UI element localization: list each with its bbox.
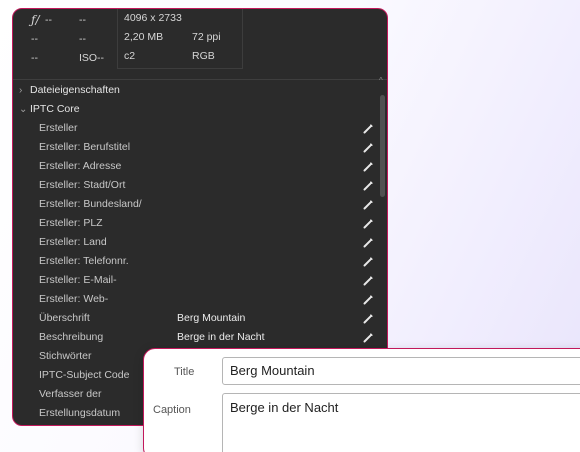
field-label: Ersteller: E-Mail- xyxy=(39,274,117,286)
field-label: Ersteller: Land xyxy=(39,236,107,248)
meter-value: -- xyxy=(31,52,38,64)
exif-summary: ƒ/ -- -- -- -- -- ISO -- 4096 x 2733 2,2… xyxy=(13,9,387,75)
pencil-icon[interactable] xyxy=(363,181,373,191)
exposure-value: -- xyxy=(31,33,38,45)
metadata-field-row[interactable]: Beschreibung Berge in der Nacht xyxy=(13,328,375,347)
pencil-icon[interactable] xyxy=(363,257,373,267)
pencil-icon[interactable] xyxy=(363,238,373,248)
focal-value: -- xyxy=(79,33,86,45)
metadata-field-row[interactable]: Überschrift Berg Mountain xyxy=(13,309,375,328)
section-iptc-core[interactable]: ⌄ IPTC Core xyxy=(13,100,375,119)
profile-value: c2 xyxy=(124,50,136,62)
zoom-callout: Title Berg Mountain Caption Berge in der… xyxy=(143,348,580,452)
caption-label: Caption xyxy=(153,404,191,416)
field-label: IPTC-Subject Code xyxy=(39,369,130,381)
pencil-icon[interactable] xyxy=(363,333,373,343)
colormode-value: RGB xyxy=(192,50,215,62)
field-label: Ersteller: Berufstitel xyxy=(39,141,131,153)
shutter-value: -- xyxy=(79,14,86,26)
caption-textarea[interactable]: Berge in der Nacht xyxy=(222,393,580,452)
pencil-icon[interactable] xyxy=(363,276,373,286)
pencil-icon[interactable] xyxy=(363,162,373,172)
metadata-field-row[interactable]: Ersteller: Bundesland/ xyxy=(13,195,375,214)
metadata-field-row[interactable]: Ersteller: Berufstitel xyxy=(13,138,375,157)
title-label: Title xyxy=(174,366,195,378)
iso-label: ISO xyxy=(79,52,98,64)
exif-file-info: 4096 x 2733 2,20 MB 72 ppi c2 RGB xyxy=(117,9,243,69)
field-label: Ersteller: Web- xyxy=(39,293,109,305)
metadata-field-row[interactable]: Ersteller: Telefonnr. xyxy=(13,252,375,271)
pencil-icon[interactable] xyxy=(363,124,373,134)
field-label: Ersteller: Bundesland/ xyxy=(39,198,142,210)
field-value[interactable]: Berge in der Nacht xyxy=(177,328,265,347)
pencil-icon[interactable] xyxy=(363,143,373,153)
filesize-value: 2,20 MB xyxy=(124,31,164,43)
pencil-icon[interactable] xyxy=(363,219,373,229)
section-dateieigenschaften[interactable]: › Dateieigenschaften xyxy=(13,81,375,100)
exif-divider xyxy=(13,79,387,80)
field-label: Ersteller: Telefonnr. xyxy=(39,255,129,267)
iso-value: -- xyxy=(97,52,104,64)
field-label: Stichwörter xyxy=(39,350,92,362)
ppi-value: 72 ppi xyxy=(192,31,221,43)
metadata-field-row[interactable]: Ersteller: Adresse xyxy=(13,157,375,176)
metadata-field-row[interactable]: Ersteller: E-Mail- xyxy=(13,271,375,290)
section-label: IPTC Core xyxy=(30,103,80,115)
fstop-value: -- xyxy=(45,14,52,26)
title-input[interactable]: Berg Mountain xyxy=(222,357,580,385)
field-label: Ersteller: PLZ xyxy=(39,217,103,229)
pencil-icon[interactable] xyxy=(363,314,373,324)
chevron-right-icon: › xyxy=(19,85,23,96)
field-label: Ersteller: Adresse xyxy=(39,160,122,172)
field-label: Beschreibung xyxy=(39,331,104,343)
field-label: Verfasser der xyxy=(39,388,102,400)
metadata-field-row[interactable]: Ersteller: PLZ xyxy=(13,214,375,233)
scrollbar-thumb[interactable] xyxy=(380,95,385,197)
pencil-icon[interactable] xyxy=(363,295,373,305)
dimensions-value: 4096 x 2733 xyxy=(124,12,182,24)
pencil-icon[interactable] xyxy=(363,200,373,210)
field-label: Erstellungsdatum xyxy=(39,407,121,419)
chevron-down-icon: ⌄ xyxy=(19,104,28,115)
metadata-field-row[interactable]: Ersteller: Land xyxy=(13,233,375,252)
metadata-field-row[interactable]: Ersteller: Web- xyxy=(13,290,375,309)
section-label: Dateieigenschaften xyxy=(30,84,120,96)
metadata-field-row[interactable]: Ersteller xyxy=(13,119,375,138)
fstop-label: ƒ/ xyxy=(31,13,40,27)
field-value[interactable]: Berg Mountain xyxy=(177,309,245,328)
field-label: Überschrift xyxy=(39,312,90,324)
metadata-field-row[interactable]: Ersteller: Stadt/Ort xyxy=(13,176,375,195)
field-label: Ersteller xyxy=(39,122,78,134)
field-label: Ersteller: Stadt/Ort xyxy=(39,179,126,191)
exif-camera-info: ƒ/ -- -- -- -- -- ISO -- xyxy=(31,11,119,68)
